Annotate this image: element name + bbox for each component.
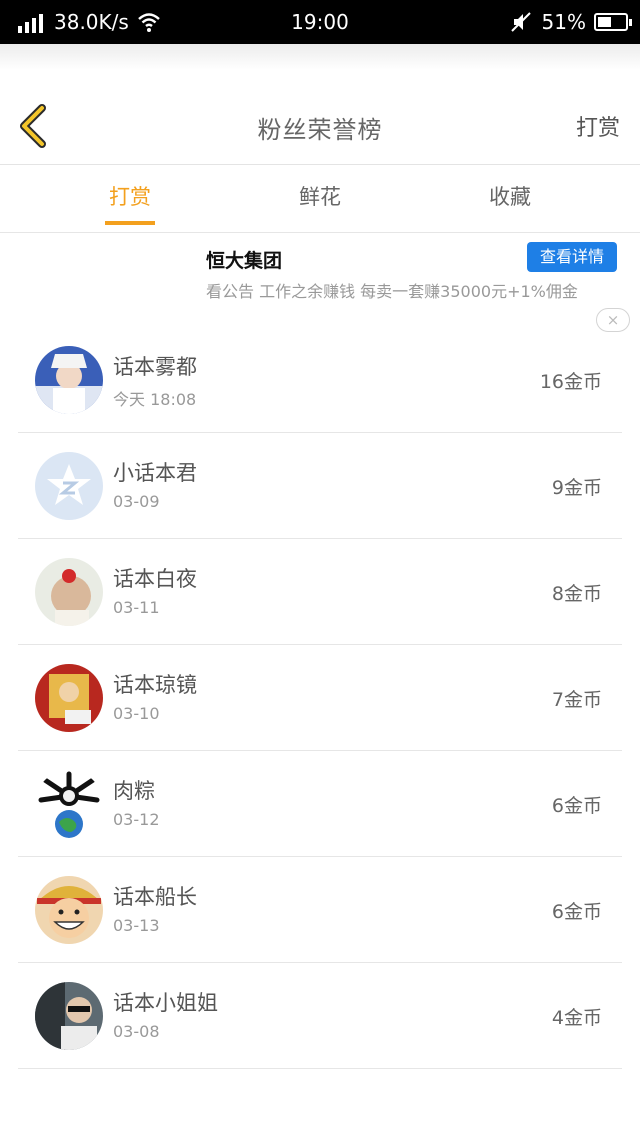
- list-item[interactable]: 话本白夜 03-11 8金币: [18, 539, 622, 645]
- battery-percent: 51%: [541, 10, 586, 34]
- status-bar: 38.0K/s 19:00 51%: [0, 0, 640, 44]
- fan-date: 03-11: [113, 598, 160, 617]
- fan-name: 话本小姐姐: [113, 991, 218, 1015]
- fan-date: 03-09: [113, 492, 160, 511]
- fan-coins: 9金币: [551, 477, 602, 499]
- page-title: 粉丝荣誉榜: [257, 116, 383, 144]
- tab-reward[interactable]: 打赏: [70, 181, 190, 211]
- fan-coins: 16金币: [539, 371, 602, 393]
- fan-name: 小话本君: [113, 461, 197, 485]
- avatar: [35, 664, 103, 732]
- fan-coins: 7金币: [551, 689, 602, 711]
- battery-fill: [598, 17, 611, 27]
- list-item[interactable]: 肉粽 03-12 6金币: [18, 751, 622, 857]
- status-shadow: [0, 44, 640, 70]
- avatar: [35, 558, 103, 626]
- list-item[interactable]: 话本琼镜 03-10 7金币: [18, 645, 622, 751]
- active-tab-indicator: [105, 221, 155, 225]
- list-item[interactable]: 话本雾都 今天 18:08 16金币: [18, 327, 622, 433]
- fan-name: 肉粽: [113, 779, 155, 803]
- reward-button[interactable]: 打赏: [576, 110, 620, 142]
- fan-coins: 6金币: [551, 901, 602, 923]
- avatar: [35, 982, 103, 1050]
- top-bar: 粉丝荣誉榜 打赏: [0, 86, 640, 165]
- avatar: [35, 452, 103, 520]
- battery-icon: [594, 13, 632, 31]
- avatar: [35, 770, 103, 838]
- ad-details-button[interactable]: 查看详情: [527, 242, 617, 272]
- fan-list: 话本雾都 今天 18:08 16金币 小话本君 03-09 9金币 话本白夜 0…: [18, 327, 622, 1069]
- fan-date: 03-08: [113, 1022, 160, 1041]
- avatar: [35, 346, 103, 414]
- fan-name: 话本白夜: [113, 567, 197, 591]
- tab-favorites[interactable]: 收藏: [450, 181, 570, 211]
- list-item[interactable]: 话本小姐姐 03-08 4金币: [18, 963, 622, 1069]
- fan-date: 03-12: [113, 810, 160, 829]
- ad-banner[interactable]: 恒大集团 查看详情 看公告 工作之余赚钱 每卖一套赚35000元+1%佣金 ×: [0, 232, 640, 332]
- fan-name: 话本船长: [113, 885, 197, 909]
- fan-date: 今天 18:08: [113, 390, 197, 409]
- avatar: [35, 876, 103, 944]
- list-item[interactable]: 话本船长 03-13 6金币: [18, 857, 622, 963]
- tab-flowers[interactable]: 鲜花: [260, 181, 380, 211]
- list-item[interactable]: 小话本君 03-09 9金币: [18, 433, 622, 539]
- mute-icon: [510, 12, 531, 32]
- fan-coins: 6金币: [551, 795, 602, 817]
- fan-date: 03-10: [113, 704, 160, 723]
- fan-date: 03-13: [113, 916, 160, 935]
- ad-description: 看公告 工作之余赚钱 每卖一套赚35000元+1%佣金: [206, 282, 578, 301]
- fan-coins: 4金币: [551, 1007, 602, 1029]
- ad-title: 恒大集团: [206, 250, 283, 272]
- tab-bar: 打赏 鲜花 收藏: [0, 165, 640, 233]
- status-right: 51%: [510, 10, 632, 34]
- fan-name: 话本琼镜: [113, 673, 197, 697]
- fan-name: 话本雾都: [113, 355, 197, 379]
- fan-coins: 8金币: [551, 583, 602, 605]
